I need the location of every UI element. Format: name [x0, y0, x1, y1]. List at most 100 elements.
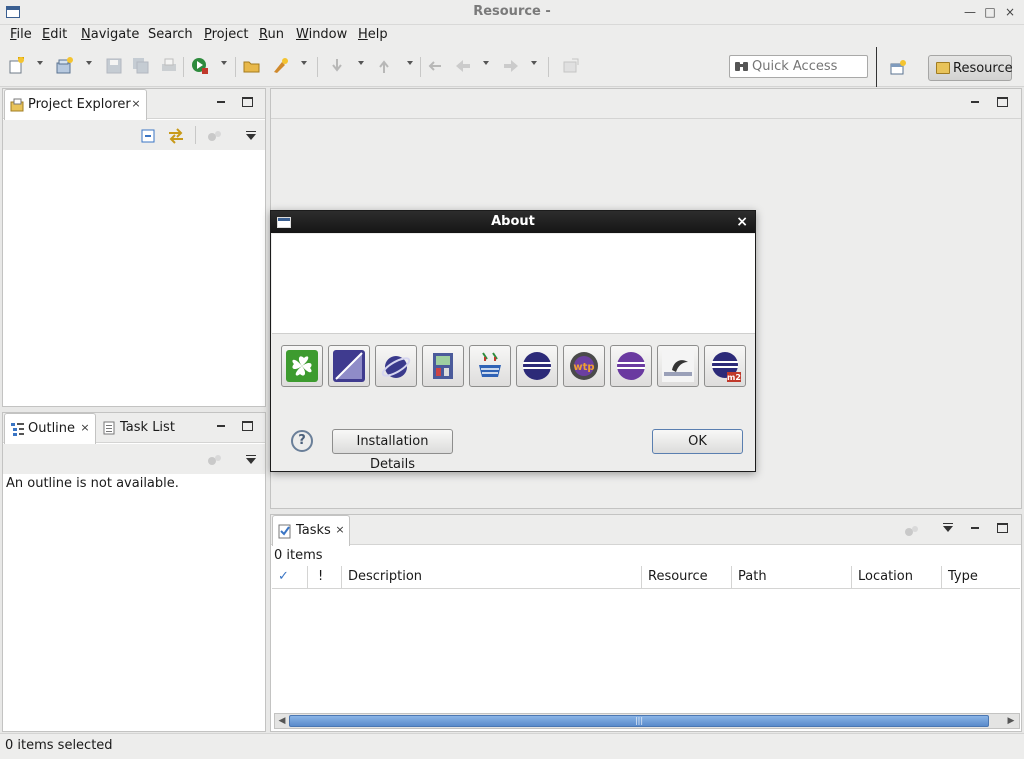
close-icon[interactable]: × — [334, 524, 346, 536]
code-recommenders-feature-icon[interactable] — [657, 345, 699, 387]
print-icon[interactable] — [160, 57, 178, 75]
clover-feature-icon[interactable] — [281, 345, 323, 387]
collapse-all-icon[interactable] — [141, 129, 155, 143]
status-text: 0 items selected — [5, 738, 113, 753]
menu-navigate[interactable]: Navigate — [81, 27, 139, 42]
quick-access-field[interactable] — [729, 55, 868, 78]
resource-perspective-button[interactable]: Resource — [928, 55, 1013, 81]
view-menu-icon[interactable] — [246, 131, 256, 140]
focus-icon[interactable] — [207, 129, 223, 143]
view-menu-icon[interactable] — [943, 523, 953, 532]
previous-annotation-dropdown-icon[interactable] — [407, 61, 413, 65]
close-icon[interactable]: × — [736, 214, 748, 230]
window-title: Resource - — [473, 4, 551, 19]
maximize-icon[interactable] — [997, 97, 1008, 107]
tab-outline[interactable]: Outline × — [4, 413, 96, 444]
focus-icon[interactable] — [904, 524, 920, 538]
tab-project-explorer[interactable]: Project Explorer × — [4, 89, 147, 120]
link-with-editor-icon[interactable] — [167, 128, 185, 144]
run-debug-icon[interactable] — [191, 57, 209, 75]
column-description[interactable]: Description — [342, 566, 642, 588]
about-dialog: About × wtp m2 ? Installation Details OK — [270, 210, 756, 472]
view-menu-icon[interactable] — [246, 455, 256, 464]
menu-edit[interactable]: Edit — [42, 27, 67, 42]
open-perspective-icon[interactable] — [889, 59, 907, 77]
m2e-feature-icon[interactable]: m2 — [704, 345, 746, 387]
next-annotation-icon[interactable] — [328, 57, 346, 75]
menu-run[interactable]: Run — [259, 27, 284, 42]
menu-file[interactable]: File — [10, 27, 32, 42]
open-task-dropdown-icon[interactable] — [301, 61, 307, 65]
focus-icon[interactable] — [207, 453, 223, 467]
column-resource[interactable]: Resource — [642, 566, 732, 588]
eclipse-platform-feature-icon[interactable] — [375, 345, 417, 387]
maximize-icon[interactable] — [242, 421, 253, 431]
close-icon[interactable]: × — [130, 98, 142, 110]
menu-help[interactable]: Help — [358, 27, 388, 42]
main-toolbar — [0, 47, 1024, 87]
minimize-icon[interactable] — [969, 521, 981, 533]
eclipse-purple-feature-icon[interactable] — [610, 345, 652, 387]
ok-button[interactable]: OK — [652, 429, 743, 454]
back-icon[interactable] — [454, 57, 472, 75]
svg-text:wtp: wtp — [573, 362, 594, 373]
window-maximize-button[interactable]: □ — [982, 4, 998, 20]
tab-task-list[interactable]: Task List — [99, 413, 175, 443]
open-folder-icon[interactable] — [243, 57, 261, 75]
installation-details-button[interactable]: Installation Details — [332, 429, 453, 472]
column-priority[interactable]: ! — [308, 566, 342, 588]
eclipse-sdk-feature-icon[interactable] — [328, 345, 370, 387]
column-type[interactable]: Type — [942, 566, 1020, 588]
about-banner — [272, 234, 755, 334]
save-icon[interactable] — [105, 57, 123, 75]
scroll-left-icon[interactable]: ◀ — [276, 715, 288, 727]
tasks-count: 0 items — [274, 548, 323, 563]
tasks-tab-label: Tasks — [296, 523, 331, 538]
column-path[interactable]: Path — [732, 566, 852, 588]
window-minimize-button[interactable]: — — [962, 4, 978, 20]
maximize-icon[interactable] — [242, 97, 253, 107]
pin-editor-icon[interactable] — [562, 57, 580, 75]
minimize-icon[interactable] — [215, 95, 227, 107]
menu-project[interactable]: Project — [204, 27, 249, 42]
tab-tasks[interactable]: Tasks × — [272, 515, 350, 546]
open-task-icon[interactable] — [272, 57, 290, 75]
eclipse-feature-icon[interactable] — [516, 345, 558, 387]
maximize-icon[interactable] — [997, 523, 1008, 533]
next-annotation-dropdown-icon[interactable] — [358, 61, 364, 65]
column-completed[interactable]: ✓ — [272, 566, 308, 588]
status-bar: 0 items selected — [0, 733, 1024, 759]
forward-icon[interactable] — [502, 57, 520, 75]
outline-panel: Outline × Task List An outline is not av… — [2, 412, 266, 732]
back-dropdown-icon[interactable] — [483, 61, 489, 65]
help-icon[interactable]: ? — [291, 430, 313, 452]
close-icon[interactable]: × — [79, 422, 91, 434]
last-edit-icon[interactable] — [426, 57, 444, 75]
new-project-dropdown-icon[interactable] — [86, 61, 92, 65]
menu-window[interactable]: Window — [296, 27, 347, 42]
folder-icon — [936, 62, 950, 74]
new-wizard-icon[interactable] — [8, 55, 26, 75]
scroll-right-icon[interactable]: ▶ — [1005, 715, 1017, 727]
menubar: File Edit Navigate Search Project Run Wi… — [0, 25, 1024, 47]
horizontal-scrollbar[interactable]: ◀ ||| ▶ — [274, 713, 1020, 729]
minimize-icon[interactable] — [969, 95, 981, 107]
java-feature-icon[interactable] — [469, 345, 511, 387]
save-all-icon[interactable] — [132, 57, 150, 75]
wtp-feature-icon[interactable]: wtp — [563, 345, 605, 387]
window-close-button[interactable]: × — [1002, 4, 1018, 20]
menu-search[interactable]: Search — [148, 27, 193, 42]
tasks-table-header: ✓ ! Description Resource Path Location T… — [272, 566, 1020, 589]
minimize-icon[interactable] — [215, 419, 227, 431]
forward-dropdown-icon[interactable] — [531, 61, 537, 65]
run-dropdown-icon[interactable] — [221, 61, 227, 65]
equinox-feature-icon[interactable] — [422, 345, 464, 387]
quick-access-input[interactable] — [752, 58, 864, 75]
outline-empty-message: An outline is not available. — [6, 476, 179, 491]
outline-tab-label: Outline — [28, 421, 76, 436]
new-project-icon[interactable] — [56, 57, 74, 75]
column-location[interactable]: Location — [852, 566, 942, 588]
scroll-thumb[interactable]: ||| — [289, 715, 989, 727]
new-dropdown-icon[interactable] — [37, 61, 43, 65]
previous-annotation-icon[interactable] — [375, 57, 393, 75]
